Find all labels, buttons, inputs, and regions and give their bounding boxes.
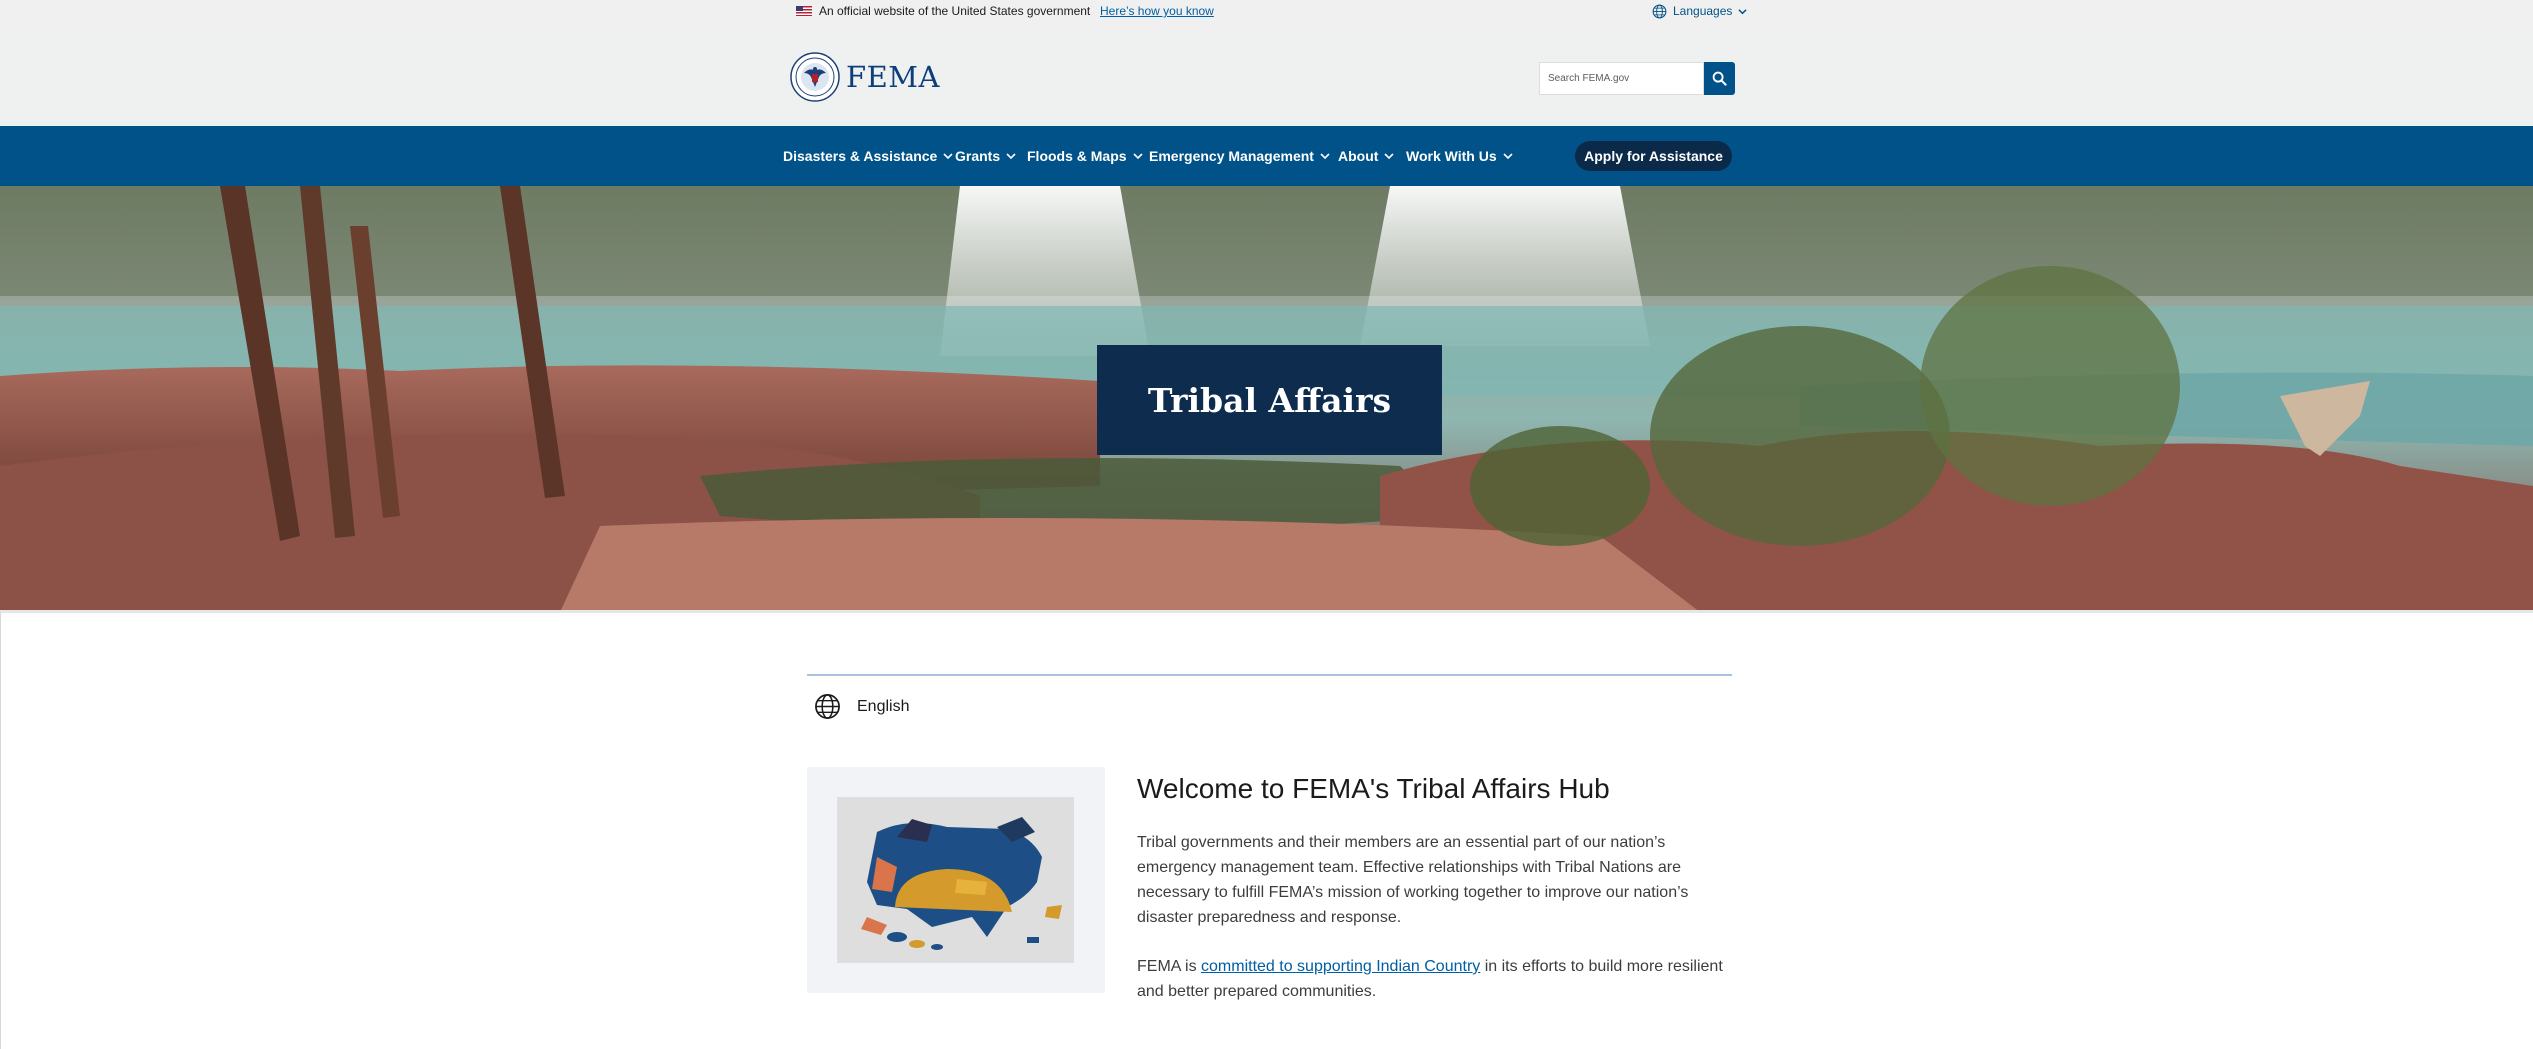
feature-card [807, 767, 1105, 993]
nav-label: Emergency Management [1149, 148, 1314, 164]
language-label: English [857, 697, 910, 715]
site-header: FEMA [0, 32, 2533, 126]
us-map-illustration [837, 797, 1074, 963]
search-button[interactable] [1704, 62, 1735, 95]
nav-label: Disasters & Assistance [783, 148, 938, 164]
nav-floods-maps[interactable]: Floods & Maps [1027, 145, 1143, 167]
language-selector[interactable]: English [814, 693, 909, 720]
hero-title-box: Tribal Affairs [1097, 345, 1442, 455]
nav-work-with-us[interactable]: Work With Us [1406, 145, 1513, 167]
chevron-down-icon [1006, 153, 1016, 160]
languages-toggle[interactable]: Languages [1652, 2, 1747, 20]
globe-icon [1652, 4, 1667, 18]
hero-bottom-border [0, 610, 2533, 613]
fema-logo-text[interactable]: FEMA [846, 60, 940, 94]
dhs-seal-icon[interactable] [790, 52, 840, 102]
committed-to-indian-country-link[interactable]: committed to supporting Indian Country [1201, 958, 1480, 975]
globe-icon [815, 694, 840, 719]
section-divider [807, 674, 1732, 676]
search-input[interactable] [1539, 62, 1704, 95]
nav-label: About [1338, 148, 1379, 164]
search-icon [1712, 71, 1727, 86]
page-title: Tribal Affairs [1147, 380, 1392, 420]
languages-label: Languages [1673, 4, 1733, 18]
nav-about[interactable]: About [1338, 145, 1395, 167]
chevron-down-icon [1320, 153, 1330, 160]
chevron-down-icon [1738, 8, 1747, 14]
intro-paragraph: Tribal governments and their members are… [1137, 834, 1689, 926]
official-website-text: An official website of the United States… [819, 4, 1091, 18]
nav-disasters-assistance[interactable]: Disasters & Assistance [783, 145, 953, 167]
welcome-heading: Welcome to FEMA's Tribal Affairs Hub [1137, 773, 1610, 804]
commitment-paragraph: FEMA is committed to supporting Indian C… [1137, 954, 1737, 1004]
chevron-down-icon [1384, 153, 1395, 160]
hero-banner: Tribal Affairs [0, 186, 2533, 612]
nav-label: Floods & Maps [1027, 148, 1127, 164]
paragraph-text-prefix: FEMA is [1137, 958, 1202, 975]
chevron-down-icon [1503, 153, 1513, 160]
how-you-know-link[interactable]: Here’s how you know [1100, 3, 1214, 19]
nav-label: Grants [955, 148, 1001, 164]
nav-emergency-management[interactable]: Emergency Management [1149, 145, 1330, 167]
chevron-down-icon [943, 153, 953, 160]
apply-for-assistance-button[interactable]: Apply for Assistance [1575, 141, 1732, 171]
main-nav: Disasters & Assistance Grants Floods & M… [0, 126, 2533, 186]
gov-banner: An official website of the United States… [0, 0, 2533, 32]
us-flag-icon [796, 6, 812, 16]
nav-label: Work With Us [1406, 148, 1497, 164]
nav-grants[interactable]: Grants [955, 145, 1016, 167]
chevron-down-icon [1132, 153, 1143, 160]
page-left-border [0, 612, 1, 1049]
